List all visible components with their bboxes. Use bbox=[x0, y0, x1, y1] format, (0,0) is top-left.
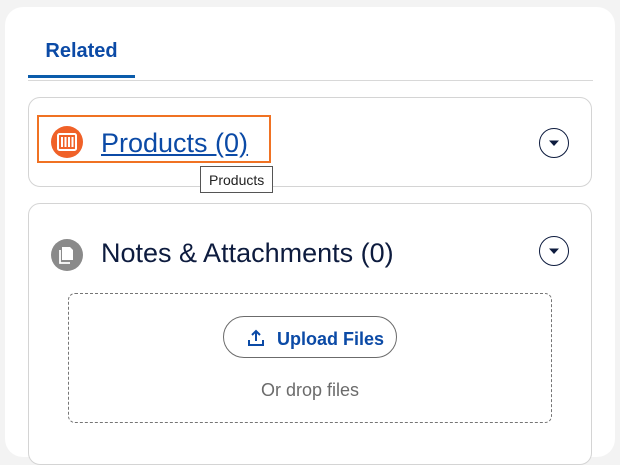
products-tooltip: Products bbox=[200, 166, 274, 193]
products-title-link[interactable]: Products (0) bbox=[101, 128, 248, 159]
upload-files-button[interactable]: Upload Files bbox=[223, 316, 397, 358]
upload-icon bbox=[248, 329, 264, 346]
chevron-down-icon bbox=[549, 248, 559, 254]
upload-files-label: Upload Files bbox=[277, 329, 385, 349]
products-dropdown-button[interactable] bbox=[539, 128, 569, 158]
tab-bar: Related bbox=[28, 7, 593, 81]
products-icon bbox=[51, 126, 83, 158]
file-dropzone[interactable]: Upload Files Or drop files bbox=[68, 293, 552, 423]
notes-attachments-card: Notes & Attachments (0) Upload Files Or … bbox=[28, 203, 592, 465]
tab-related[interactable]: Related bbox=[28, 7, 135, 78]
related-panel: Related Products (0) Notes & Attachments… bbox=[5, 7, 615, 465]
notes-icon bbox=[51, 239, 83, 271]
notes-title: Notes & Attachments (0) bbox=[101, 238, 394, 268]
drop-files-text: Or drop files bbox=[260, 380, 360, 400]
chevron-down-icon bbox=[549, 140, 559, 146]
notes-dropdown-button[interactable] bbox=[539, 236, 569, 266]
products-card: Products (0) bbox=[28, 97, 592, 187]
